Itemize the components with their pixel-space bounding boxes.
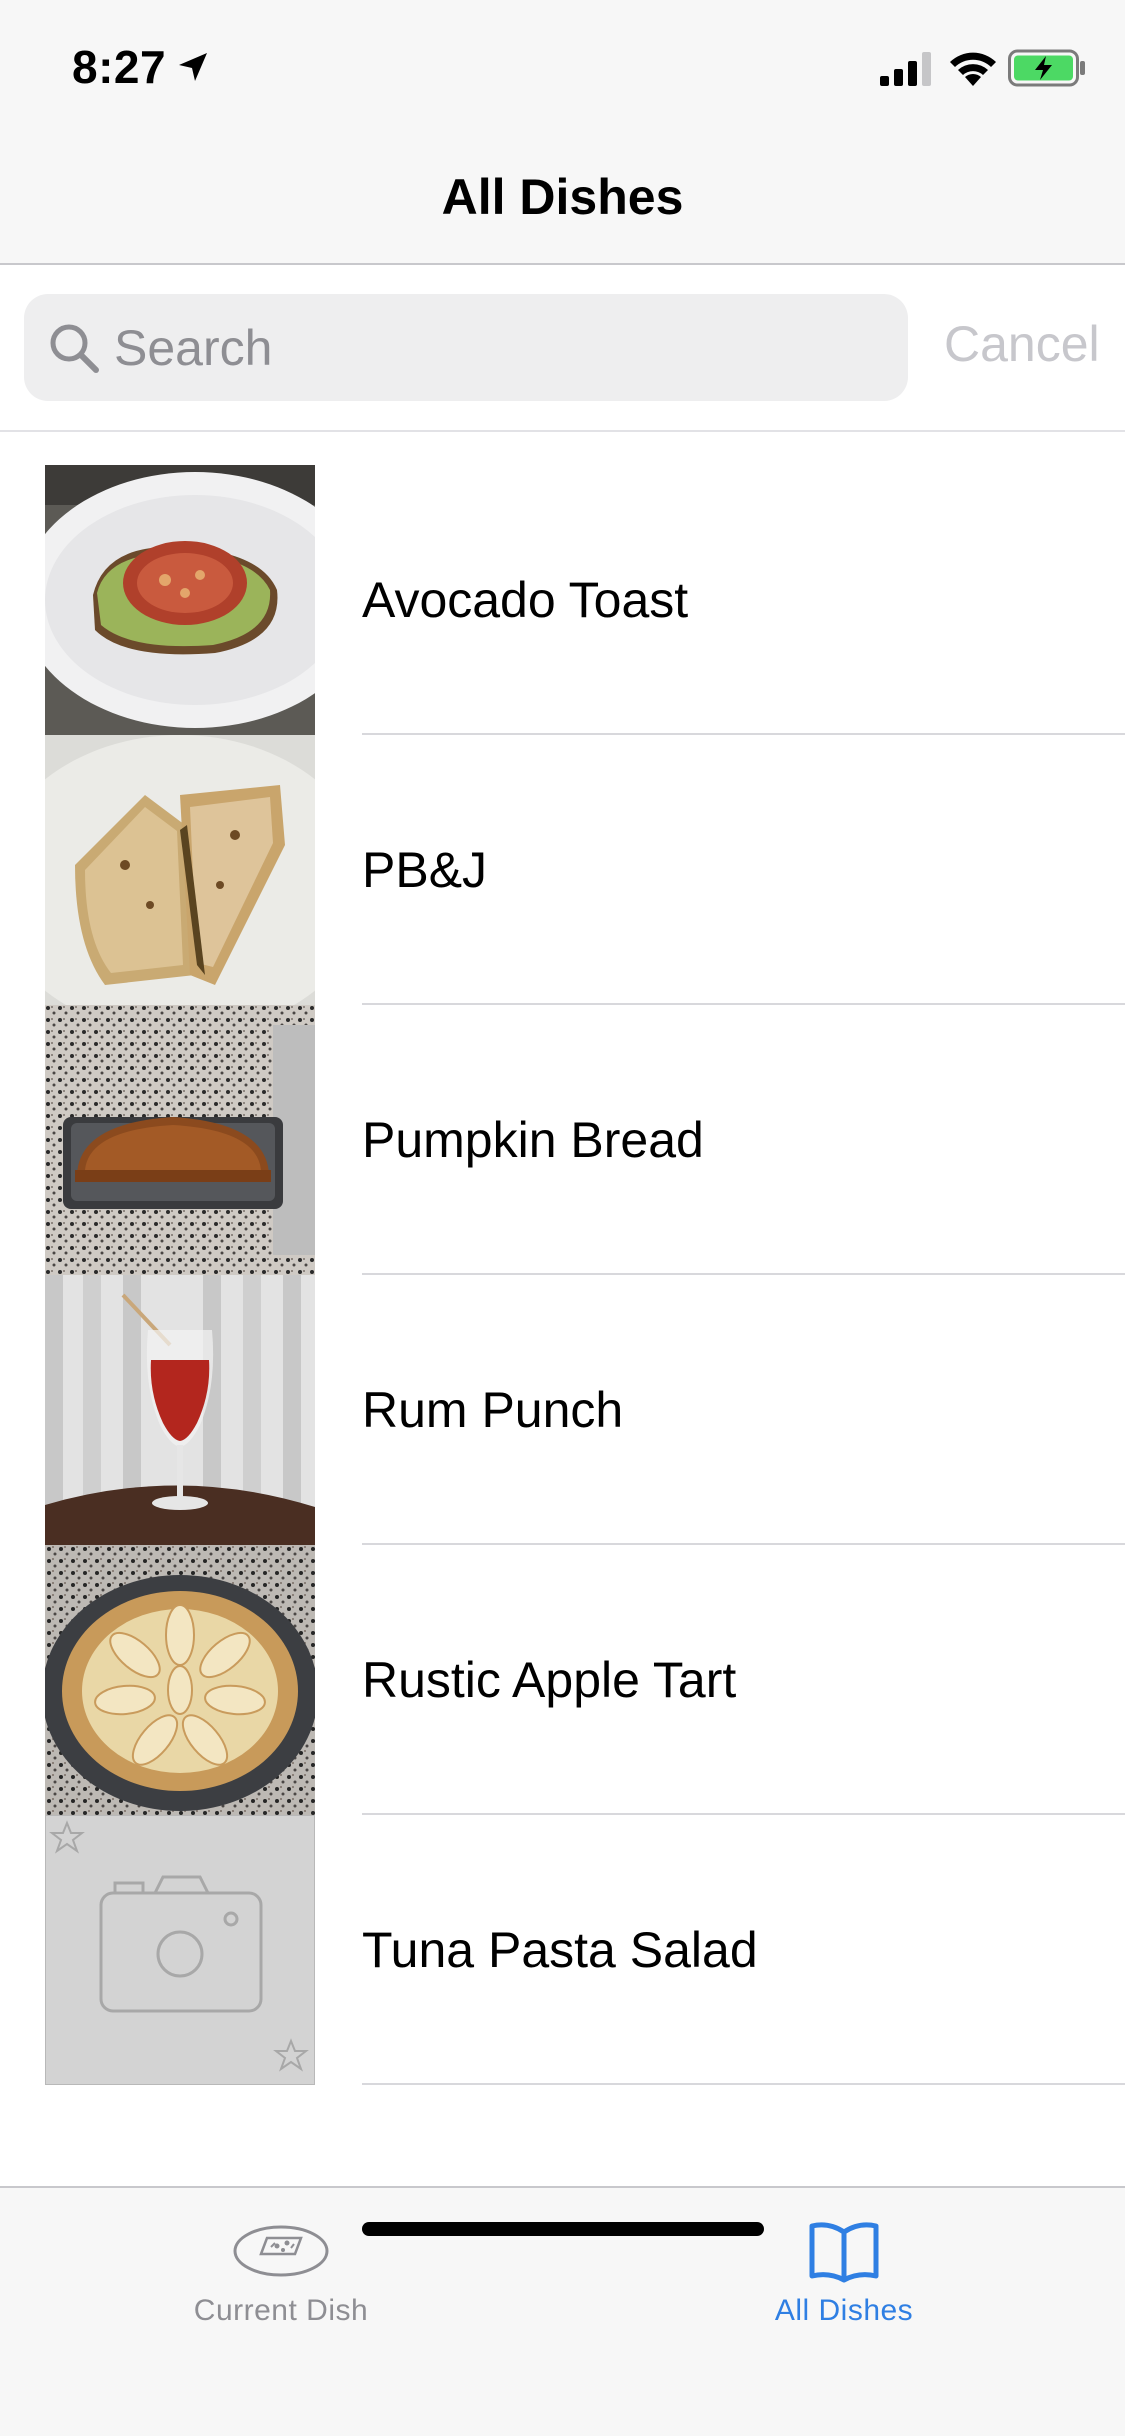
cancel-button[interactable]: Cancel: [944, 315, 1100, 373]
dish-row-rustic-apple-tart[interactable]: Rustic Apple Tart: [0, 1545, 1125, 1815]
tab-label: All Dishes: [774, 2294, 914, 2327]
search-input[interactable]: [114, 308, 874, 388]
dish-icon: [233, 2225, 329, 2277]
search-icon: [50, 324, 99, 373]
status-time: 8:27: [72, 41, 167, 93]
dish-row-tuna-pasta-salad[interactable]: Tuna Pasta Salad: [0, 1815, 1125, 2085]
tab-current-dish[interactable]: Current Dish: [0, 2188, 562, 2358]
dish-name: Pumpkin Bread: [362, 1112, 704, 1168]
search-bar: Cancel: [0, 267, 1125, 432]
dish-row-pbj[interactable]: PB&J: [0, 735, 1125, 1005]
dish-row-rum-punch[interactable]: Rum Punch: [0, 1275, 1125, 1545]
dish-row-pumpkin-bread[interactable]: Pumpkin Bread: [0, 1005, 1125, 1275]
dish-photo-rustic-apple-tart: [45, 1545, 315, 1815]
dish-name: Tuna Pasta Salad: [362, 1922, 758, 1978]
page-title: All Dishes: [441, 169, 684, 225]
search-field[interactable]: [24, 294, 908, 401]
dish-name: Avocado Toast: [362, 572, 689, 628]
battery-charging-icon: [1008, 49, 1085, 87]
dish-photo-placeholder: [45, 1815, 315, 2085]
top-bar: 8:27 All Dishes: [0, 0, 1125, 265]
location-arrow-icon: [179, 53, 207, 81]
dish-name: PB&J: [362, 842, 488, 898]
dish-photo-rum-punch: [45, 1275, 315, 1545]
dish-name: Rum Punch: [362, 1382, 624, 1438]
tab-label: Current Dish: [193, 2294, 369, 2327]
dish-photo-pbj: [45, 735, 315, 1005]
home-indicator: [362, 2222, 764, 2236]
dish-photo-pumpkin-bread: [45, 1005, 315, 1275]
dish-name: Rustic Apple Tart: [362, 1652, 737, 1708]
wifi-icon: [950, 52, 996, 86]
tab-all-dishes[interactable]: All Dishes: [563, 2188, 1125, 2358]
dish-list: Avocado Toast PB&J Pumpkin Bread Rum Pun…: [0, 465, 1125, 2085]
dish-photo-avocado-toast: [45, 465, 315, 735]
dish-row-avocado-toast[interactable]: Avocado Toast: [0, 465, 1125, 735]
book-icon: [809, 2222, 879, 2283]
status-bar: 8:27: [0, 0, 1125, 140]
row-separator: [362, 2083, 1125, 2085]
cellular-signal-icon: [880, 52, 931, 86]
